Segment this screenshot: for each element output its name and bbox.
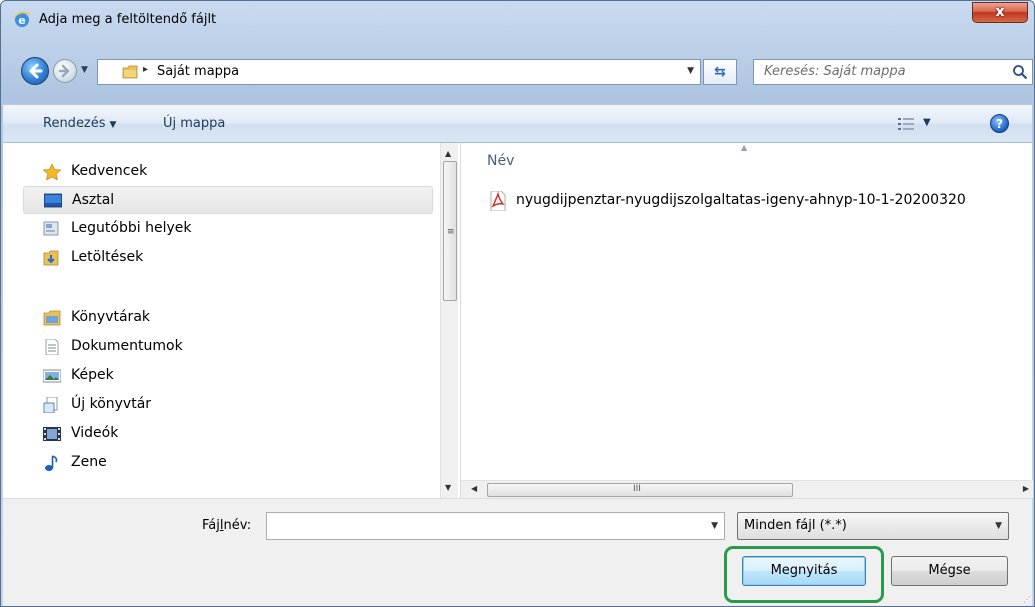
- nav-item-pictures[interactable]: Képek: [23, 362, 433, 390]
- nav-item-desktop[interactable]: Asztal: [23, 186, 433, 214]
- filename-label: Fájlnév:: [202, 518, 252, 533]
- search-placeholder: Keresés: Saját mappa: [764, 64, 906, 79]
- nav-pane-vertical-scrollbar[interactable]: ▲ ≡ ▼: [440, 143, 458, 498]
- scroll-grip-icon: III: [633, 484, 641, 494]
- scrollbar-thumb[interactable]: III: [487, 483, 793, 497]
- breadcrumb-separator-icon[interactable]: ▸: [143, 64, 148, 75]
- forward-arrow-icon: [58, 64, 70, 78]
- address-dropdown-icon[interactable]: ▼: [687, 66, 694, 76]
- title-bar[interactable]: e Adja meg a feltöltendő fájlt x: [1, 1, 1034, 37]
- file-type-value: Minden fájl (*.*): [744, 518, 847, 533]
- downloads-icon: [43, 250, 59, 266]
- back-button[interactable]: [21, 57, 49, 85]
- back-arrow-icon: [29, 63, 43, 79]
- nav-favorites[interactable]: Kedvencek: [23, 158, 433, 186]
- file-name: nyugdijpenztar-nyugdijszolgaltatas-igeny…: [516, 192, 966, 208]
- nav-label: Könyvtárak: [71, 309, 151, 325]
- content-area: Kedvencek Asztal Legutóbbi helyek Letölt…: [3, 143, 1033, 498]
- recent-pages-dropdown-icon[interactable]: ▼: [81, 65, 88, 75]
- videos-icon: [43, 427, 61, 441]
- nav-libraries[interactable]: Könyvtárak: [23, 304, 433, 332]
- scroll-left-icon[interactable]: ◀: [471, 484, 477, 493]
- file-open-dialog: e Adja meg a feltöltendő fájlt x ▼ ▸ Saj…: [0, 0, 1035, 607]
- nav-label: Képek: [71, 367, 114, 383]
- close-button[interactable]: x: [972, 2, 1028, 23]
- pdf-icon: [490, 191, 506, 211]
- nav-label: Kedvencek: [71, 163, 148, 179]
- scroll-right-icon[interactable]: ▶: [1023, 484, 1029, 493]
- nav-label: Videók: [71, 425, 119, 441]
- svg-text:e: e: [18, 14, 25, 27]
- nav-label: Asztal: [72, 192, 115, 208]
- documents-icon: [45, 339, 59, 355]
- file-list-pane: Név ▲ nyugdijpenztar-nyugdijszolgaltatas…: [460, 143, 1033, 498]
- view-options-dropdown-icon[interactable]: ▼: [923, 117, 931, 128]
- scroll-up-icon[interactable]: ▲: [445, 149, 451, 158]
- chevron-down-icon: ▼: [109, 120, 117, 130]
- pictures-icon: [43, 369, 61, 383]
- organize-button[interactable]: Rendezés ▼: [43, 116, 116, 131]
- nav-label: Dokumentumok: [71, 338, 183, 354]
- library-icon: [43, 397, 58, 413]
- refresh-button[interactable]: ⇆: [703, 59, 737, 85]
- nav-item-new-library[interactable]: Új könyvtár: [23, 391, 433, 419]
- nav-item-documents[interactable]: Dokumentumok: [23, 333, 433, 361]
- music-icon: [45, 455, 58, 471]
- new-folder-button[interactable]: Új mappa: [163, 116, 225, 131]
- breadcrumb-current-folder[interactable]: Saját mappa: [157, 64, 239, 79]
- view-details-icon[interactable]: [898, 117, 914, 131]
- cancel-button[interactable]: Mégse: [891, 556, 1008, 586]
- close-icon: x: [995, 4, 1005, 20]
- dialog-footer: Fájlnév: ▼ Minden fájl (*.*) ▼ Megnyitás…: [3, 498, 1032, 606]
- scroll-down-icon[interactable]: ▼: [445, 483, 451, 492]
- nav-item-music[interactable]: Zene: [23, 449, 433, 477]
- nav-item-videos[interactable]: Videók: [23, 420, 433, 448]
- scrollbar-thumb[interactable]: ≡: [443, 161, 457, 301]
- address-row: ▼ ▸ Saját mappa ▼ ⇆ Keresés: Saját mappa: [1, 55, 1034, 89]
- command-toolbar: Rendezés ▼ Új mappa ▼ ?: [3, 104, 1032, 143]
- internet-explorer-icon: e: [13, 11, 31, 27]
- scroll-grip-icon: ≡: [447, 227, 455, 237]
- recent-places-icon: [43, 221, 59, 236]
- forward-button[interactable]: [53, 59, 77, 83]
- column-header-name[interactable]: Név: [487, 153, 514, 169]
- file-list-horizontal-scrollbar[interactable]: ◀ III ▶: [461, 480, 1033, 498]
- nav-item-recent-places[interactable]: Legutóbbi helyek: [23, 215, 433, 243]
- filename-dropdown-icon[interactable]: ▼: [711, 521, 718, 531]
- open-button[interactable]: Megnyitás: [742, 556, 866, 586]
- filename-input[interactable]: ▼: [266, 512, 725, 540]
- folder-icon: [122, 65, 138, 79]
- nav-item-downloads[interactable]: Letöltések: [23, 244, 433, 272]
- refresh-icon: ⇆: [714, 64, 726, 80]
- desktop-icon: [44, 193, 62, 208]
- nav-label: Letöltések: [71, 249, 144, 265]
- help-icon[interactable]: ?: [990, 114, 1009, 133]
- organize-label: Rendezés: [43, 116, 106, 131]
- nav-label: Legutóbbi helyek: [71, 220, 192, 236]
- search-input[interactable]: Keresés: Saját mappa: [753, 59, 1033, 85]
- file-type-select[interactable]: Minden fájl (*.*) ▼: [737, 512, 1009, 540]
- window-title: Adja meg a feltöltendő fájlt: [39, 12, 217, 27]
- chevron-down-icon: ▼: [995, 521, 1002, 531]
- sort-ascending-icon: ▲: [741, 143, 748, 152]
- libraries-icon: [43, 310, 61, 326]
- star-icon: [43, 164, 61, 180]
- nav-label: Új könyvtár: [71, 396, 152, 412]
- search-icon[interactable]: [1012, 64, 1028, 80]
- navigation-pane: Kedvencek Asztal Legutóbbi helyek Letölt…: [3, 143, 458, 498]
- file-list-item[interactable]: nyugdijpenztar-nyugdijszolgaltatas-igeny…: [487, 189, 1027, 211]
- address-bar[interactable]: ▸ Saját mappa ▼: [97, 59, 701, 85]
- resize-grip-icon[interactable]: ⋰: [1023, 595, 1031, 604]
- nav-label: Zene: [71, 454, 107, 470]
